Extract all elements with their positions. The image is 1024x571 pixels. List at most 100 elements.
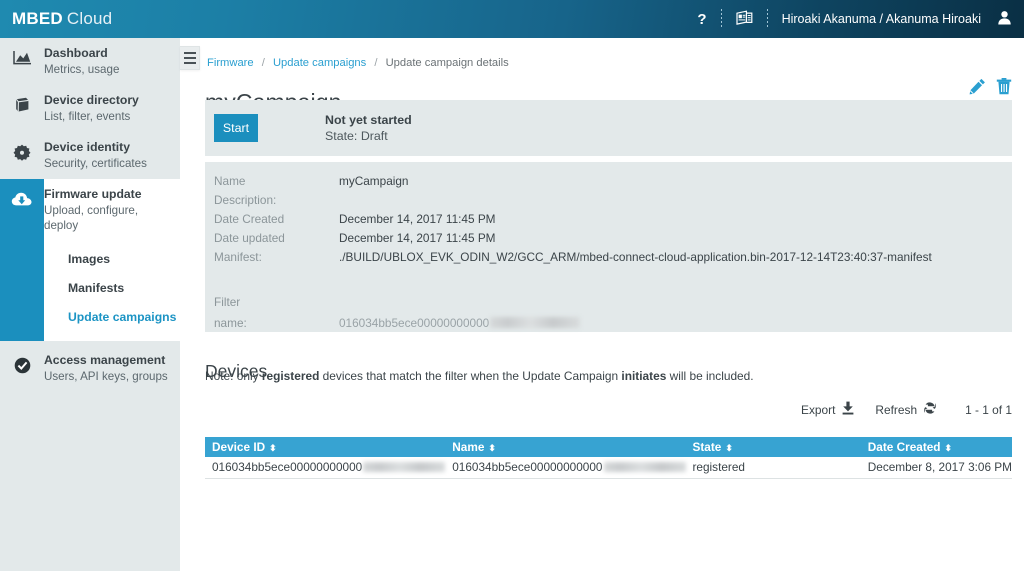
- newspaper-icon: [735, 10, 753, 28]
- app-logo[interactable]: MBED Cloud: [12, 9, 112, 29]
- devices-table-head: Device ID ⬍ Name ⬍ State ⬍ Date Created ⬍: [205, 437, 1012, 457]
- top-header-right-group: ? Hiroaki Akanuma / Akanuma Hiroaki: [683, 0, 1024, 38]
- devices-table: Device ID ⬍ Name ⬍ State ⬍ Date Created ⬍ 01…: [205, 437, 1012, 479]
- note-bold-initiates: initiates: [621, 369, 667, 383]
- sidebar-toggle-button[interactable]: [180, 46, 200, 70]
- note-suffix: will be included.: [666, 369, 754, 383]
- detail-label: Date Created: [214, 211, 285, 226]
- cell-state: registered: [685, 457, 861, 479]
- refresh-icon: [923, 401, 937, 418]
- detail-value: December 14, 2017 11:45 PM: [339, 230, 496, 245]
- redacted-block: [490, 317, 581, 328]
- column-header-date-created[interactable]: Date Created ⬍: [860, 437, 1012, 457]
- sidebar-item-device-directory[interactable]: Device directory List, filter, events: [0, 85, 180, 132]
- sidebar-subnav-firmware: Images Manifests Update campaigns: [0, 241, 180, 341]
- brand-light-text: Cloud: [66, 9, 113, 28]
- export-label: Export: [801, 402, 836, 417]
- breadcrumb-item-firmware[interactable]: Firmware: [207, 57, 254, 69]
- detail-label: Date updated: [214, 230, 285, 245]
- column-header-state[interactable]: State ⬍: [685, 437, 861, 457]
- cell-name: 016034bb5ece00000000000: [445, 457, 686, 479]
- detail-row-description: Description:: [205, 190, 1012, 209]
- export-button[interactable]: Export: [801, 401, 855, 418]
- book-icon: [0, 85, 44, 132]
- note-bold-registered: registered: [261, 369, 320, 383]
- sidebar-item-title: Device directory: [44, 93, 139, 107]
- sidebar-subitem-label: Update campaigns: [68, 310, 177, 324]
- sidebar-item-title: Access management: [44, 353, 166, 367]
- filter-value: 016034bb5ece00000000000: [339, 316, 581, 330]
- filter-title: Filter: [214, 295, 241, 309]
- sort-arrows-icon: ⬍: [725, 443, 732, 453]
- campaign-details-panel: Name myCampaign Description: Date Create…: [205, 162, 1012, 332]
- cloud-download-icon: [0, 179, 44, 241]
- detail-label: Description:: [214, 192, 277, 207]
- filter-row-name: name: 016034bb5ece00000000000: [205, 312, 1012, 334]
- table-toolbar: Export Refresh 1 - 1 of 1: [801, 401, 1012, 418]
- campaign-status-headline: Not yet started: [325, 112, 412, 127]
- hamburger-line: [183, 62, 196, 64]
- cell-device-id-text: 016034bb5ece00000000000: [212, 460, 363, 475]
- pagination-label: 1 - 1 of 1: [965, 402, 1012, 417]
- campaign-status-panel: Start Not yet started State: Draft: [205, 100, 1012, 156]
- filter-value-text: 016034bb5ece00000000000: [339, 316, 490, 330]
- area-chart-icon: [0, 38, 44, 85]
- sidebar-item-sub: Upload, configure, deploy: [44, 204, 139, 232]
- sidebar-item-sub: Users, API keys, groups: [44, 370, 168, 383]
- breadcrumb-separator: /: [261, 57, 265, 69]
- detail-row-date-updated: Date updated December 14, 2017 11:45 PM: [205, 228, 1012, 247]
- sidebar-item-device-identity[interactable]: Device identity Security, certificates: [0, 132, 180, 179]
- sidebar-item-dashboard[interactable]: Dashboard Metrics, usage: [0, 38, 180, 85]
- breadcrumb-item-update-campaigns[interactable]: Update campaigns: [273, 57, 366, 69]
- sort-arrows-icon: ⬍: [944, 443, 952, 453]
- column-header-device-id[interactable]: Device ID ⬍: [205, 437, 446, 457]
- start-campaign-button[interactable]: Start: [214, 114, 258, 142]
- campaign-status-state: State: Draft: [325, 128, 388, 143]
- hamburger-line: [183, 57, 196, 59]
- brand-bold-text: MBED: [12, 9, 63, 28]
- column-label: Device ID: [212, 440, 266, 454]
- note-middle: devices that match the filter when the U…: [319, 369, 622, 383]
- user-menu-button[interactable]: [989, 10, 1024, 28]
- sidebar-subitem-label: Images: [68, 252, 111, 266]
- page-actions: [969, 78, 1012, 95]
- pencil-icon[interactable]: [969, 78, 986, 95]
- sidebar-item-title: Dashboard: [44, 46, 108, 60]
- user-avatar-icon: [997, 11, 1012, 28]
- user-name-label[interactable]: Hiroaki Akanuma / Akanuma Hiroaki: [768, 0, 989, 38]
- sidebar: Dashboard Metrics, usage Device director…: [0, 38, 180, 571]
- note-prefix: Note: only: [205, 369, 262, 383]
- news-button[interactable]: [722, 0, 767, 38]
- sort-arrows-icon: ⬍: [269, 443, 276, 453]
- refresh-button[interactable]: Refresh: [875, 401, 937, 418]
- cell-name-text: 016034bb5ece00000000000: [452, 460, 603, 475]
- sidebar-item-dashboard-text: Dashboard Metrics, usage: [44, 38, 127, 85]
- detail-row-date-created: Date Created December 14, 2017 11:45 PM: [205, 209, 1012, 228]
- sidebar-item-firmware-update[interactable]: Firmware update Upload, configure, deplo…: [0, 179, 180, 241]
- sidebar-item-access-management[interactable]: Access management Users, API keys, group…: [0, 345, 180, 392]
- detail-value: ./BUILD/UBLOX_EVK_ODIN_W2/GCC_ARM/mbed-c…: [339, 249, 932, 264]
- download-icon: [841, 401, 855, 418]
- campaign-status-text: Not yet started State: Draft: [325, 112, 412, 145]
- column-label: Date Created: [867, 440, 941, 454]
- detail-label: Name: [214, 173, 246, 188]
- cell-date-created: December 8, 2017 3:06 PM: [860, 457, 1012, 479]
- sidebar-item-access-management-text: Access management Users, API keys, group…: [44, 345, 176, 392]
- top-header-bar: MBED Cloud ? Hiroaki Akanuma / Akanuma H…: [0, 0, 1024, 38]
- help-button[interactable]: ?: [683, 0, 720, 38]
- gear-badge-icon: [0, 132, 44, 179]
- column-header-name[interactable]: Name ⬍: [445, 437, 686, 457]
- sidebar-item-device-identity-text: Device identity Security, certificates: [44, 132, 155, 179]
- filter-label: name:: [214, 316, 247, 330]
- sidebar-item-sub: Metrics, usage: [44, 63, 120, 76]
- detail-value: December 14, 2017 11:45 PM: [339, 211, 496, 226]
- trash-icon[interactable]: [996, 78, 1012, 95]
- sidebar-group-firmware-update: Firmware update Upload, configure, deplo…: [0, 179, 180, 341]
- devices-table-body: 016034bb5ece00000000000 016034bb5ece0000…: [205, 457, 1012, 479]
- table-row[interactable]: 016034bb5ece00000000000 016034bb5ece0000…: [205, 457, 1012, 479]
- redacted-block: [603, 462, 686, 473]
- table-header-row: Device ID ⬍ Name ⬍ State ⬍ Date Created ⬍: [205, 437, 1012, 457]
- sidebar-item-title: Firmware update: [44, 187, 142, 201]
- sidebar-item-title: Device identity: [44, 140, 131, 154]
- detail-row-manifest: Manifest: ./BUILD/UBLOX_EVK_ODIN_W2/GCC_…: [205, 247, 1012, 266]
